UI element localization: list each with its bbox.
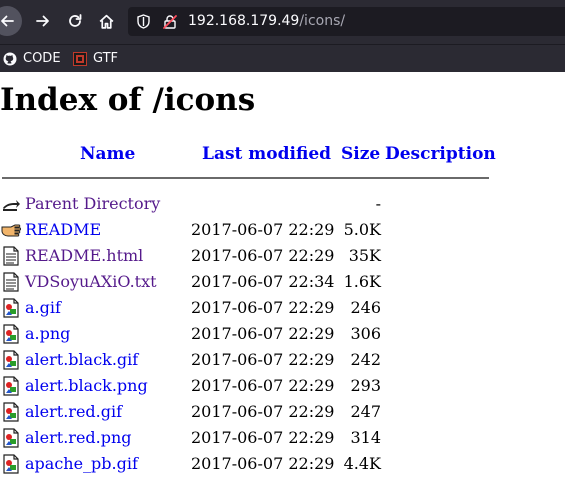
file-link[interactable]: alert.red.gif [25, 401, 122, 423]
url-bar[interactable]: 192.168.179.49/icons/ [128, 7, 565, 36]
file-link[interactable]: a.gif [25, 297, 61, 319]
image-file-icon [1, 350, 21, 370]
file-link[interactable]: README.html [25, 245, 143, 267]
back-folder-icon [1, 194, 21, 214]
image-file-icon [1, 324, 21, 344]
file-row: alert.black.png 2017-06-07 22:29 293 [0, 373, 565, 399]
gtf-favicon [73, 51, 87, 66]
image-file-icon [1, 376, 21, 396]
column-header-description[interactable]: Description [385, 143, 496, 165]
shield-icon[interactable] [134, 7, 152, 36]
page-title: Index of /icons [0, 82, 256, 118]
file-link[interactable]: a.png [25, 323, 70, 345]
file-link[interactable]: alert.black.png [25, 375, 148, 397]
bookmark-gtf[interactable]: GTF [73, 45, 118, 72]
bookmark-gtf-label: GTF [93, 51, 119, 66]
file-size: 293 [350, 376, 381, 395]
file-row: Parent Directory - [0, 191, 565, 217]
file-last-modified: 2017-06-07 22:29 [191, 428, 335, 447]
text-file-icon [1, 272, 21, 292]
file-last-modified: 2017-06-07 22:29 [191, 220, 335, 239]
image-file-icon [1, 298, 21, 318]
url-host: 192.168.179.49 [188, 13, 300, 29]
file-size: 5.0K [343, 220, 381, 239]
column-header-size[interactable]: Size [341, 143, 380, 165]
file-row: alert.black.gif 2017-06-07 22:29 242 [0, 347, 565, 373]
file-last-modified: 2017-06-07 22:29 [191, 298, 335, 317]
browser-toolbar: 192.168.179.49/icons/ [0, 0, 565, 44]
file-row: VDSoyuAXiO.txt 2017-06-07 22:34 1.6K [0, 269, 565, 295]
image-file-icon [1, 454, 21, 474]
url-text[interactable]: 192.168.179.49/icons/ [188, 7, 345, 36]
column-header-name[interactable]: Name [80, 143, 135, 165]
arrow-right-icon [36, 15, 49, 27]
file-row: README 2017-06-07 22:29 5.0K [0, 217, 565, 243]
reload-button[interactable] [62, 8, 88, 34]
file-row: alert.red.png 2017-06-07 22:29 314 [0, 425, 565, 451]
github-icon [3, 52, 17, 66]
file-last-modified: 2017-06-07 22:29 [191, 350, 335, 369]
file-size: 1.6K [343, 272, 381, 291]
insecure-lock-icon[interactable] [160, 7, 180, 36]
file-link[interactable]: alert.black.gif [25, 349, 138, 371]
file-link[interactable]: alert.red.png [25, 427, 132, 449]
home-icon [99, 14, 113, 29]
file-size: 247 [350, 402, 381, 421]
file-size: 35K [348, 246, 381, 265]
file-size: - [375, 194, 381, 213]
text-file-icon [1, 246, 21, 266]
file-last-modified: 2017-06-07 22:34 [191, 272, 335, 291]
column-header-last-modified[interactable]: Last modified [202, 143, 331, 165]
reload-icon [69, 14, 82, 27]
back-button[interactable] [0, 6, 22, 36]
home-button[interactable] [93, 8, 119, 34]
file-last-modified: 2017-06-07 22:29 [191, 246, 335, 265]
arrow-left-icon [1, 15, 14, 27]
file-size: 246 [350, 298, 381, 317]
file-row: a.png 2017-06-07 22:29 306 [0, 321, 565, 347]
file-row: alert.red.gif 2017-06-07 22:29 247 [0, 399, 565, 425]
image-file-icon [1, 428, 21, 448]
file-last-modified: 2017-06-07 22:29 [191, 376, 335, 395]
url-path: /icons/ [299, 13, 346, 29]
file-last-modified: 2017-06-07 22:29 [191, 324, 335, 343]
file-link[interactable]: README [25, 219, 101, 241]
file-row: a.gif 2017-06-07 22:29 246 [0, 295, 565, 321]
file-link[interactable]: VDSoyuAXiO.txt [25, 271, 157, 293]
file-row: apache_pb.gif 2017-06-07 22:29 4.4K [0, 451, 565, 477]
file-size: 314 [350, 428, 381, 447]
file-link[interactable]: Parent Directory [25, 193, 160, 215]
file-row: README.html 2017-06-07 22:29 35K [0, 243, 565, 269]
image-file-icon [1, 402, 21, 422]
file-size: 306 [350, 324, 381, 343]
file-size: 242 [350, 350, 381, 369]
forward-button[interactable] [30, 8, 56, 34]
file-last-modified: 2017-06-07 22:29 [191, 402, 335, 421]
header-divider [2, 177, 489, 179]
bookmark-code-label: CODE [23, 51, 61, 66]
bookmark-code[interactable]: CODE [3, 45, 61, 72]
bookmarks-toolbar: CODE GTF [0, 44, 565, 72]
hand-icon [1, 220, 22, 240]
